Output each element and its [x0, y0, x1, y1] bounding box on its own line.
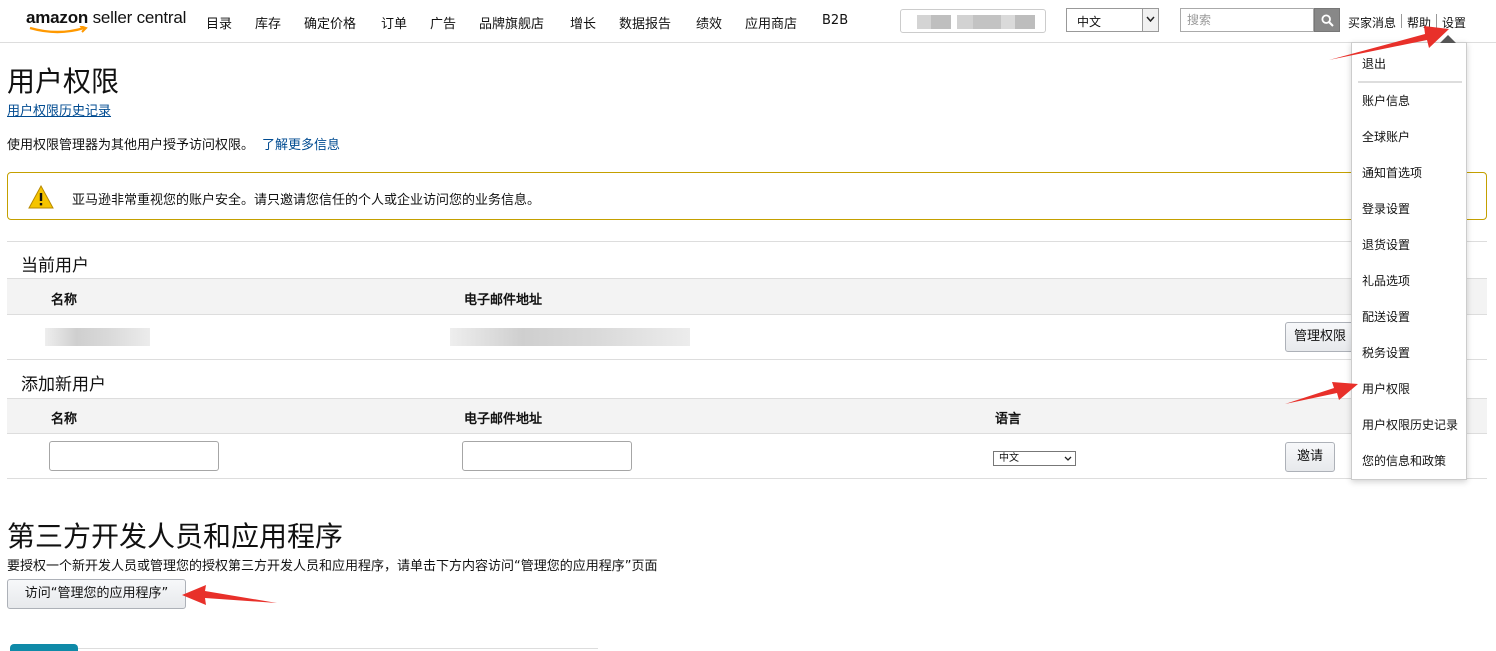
- menu-item-sign-out[interactable]: 退出: [1362, 55, 1386, 72]
- settings-link[interactable]: 设置: [1442, 14, 1466, 31]
- nav-inventory[interactable]: 库存: [255, 13, 281, 32]
- learn-more-link[interactable]: 了解更多信息: [262, 138, 340, 153]
- third-party-description: 要授权一个新开发人员或管理您的授权第三方开发人员和应用程序，请单击下方内容访问“…: [7, 559, 658, 574]
- annotation-arrow-manage-apps: [182, 585, 277, 605]
- nav-advertising[interactable]: 广告: [430, 13, 456, 32]
- current-users-table-header: 名称 电子邮件地址: [7, 278, 1487, 315]
- alert-message: 亚马逊非常重视您的账户安全。请只邀请您信任的个人或企业访问您的业务信息。: [72, 193, 541, 208]
- header-separator: [1401, 14, 1402, 28]
- intro-text: 使用权限管理器为其他用户授予访问权限。 了解更多信息: [7, 134, 340, 153]
- column-header-name: 名称: [51, 293, 78, 308]
- menu-item-shipping-settings[interactable]: 配送设置: [1362, 308, 1410, 325]
- nav-reports[interactable]: 数据报告: [619, 13, 671, 32]
- intro-sentence: 使用权限管理器为其他用户授予访问权限。: [7, 138, 255, 153]
- logo-word-amazon: amazon: [26, 8, 89, 27]
- divider: [7, 359, 1487, 360]
- language-select-value: 中文: [1077, 15, 1102, 29]
- column-header-email: 电子邮件地址: [464, 293, 543, 308]
- top-navigation-bar: amazon seller central 目录 库存 确定价格 订单 广告 品…: [0, 0, 1496, 43]
- buyer-messages-link[interactable]: 买家消息: [1348, 14, 1396, 31]
- account-switcher-blurred[interactable]: [900, 9, 1046, 33]
- settings-dropdown-menu: 退出 账户信息 全球账户 通知首选项 登录设置 退货设置 礼品选项 配送设置 税…: [1351, 35, 1467, 480]
- bottom-tab[interactable]: [10, 644, 78, 651]
- menu-item-your-info-and-policies[interactable]: 您的信息和政策: [1362, 452, 1446, 469]
- new-user-language-value: 中文: [999, 453, 1019, 464]
- user-name-blurred: [45, 328, 150, 346]
- third-party-heading: 第三方开发人员和应用程序: [7, 520, 344, 553]
- menu-item-account-info[interactable]: 账户信息: [1362, 92, 1410, 109]
- nav-catalog[interactable]: 目录: [206, 13, 232, 32]
- new-user-language-select[interactable]: 中文: [993, 451, 1076, 466]
- chevron-down-icon: [1146, 16, 1155, 22]
- menu-divider: [1358, 81, 1462, 83]
- search-input[interactable]: [1181, 9, 1301, 31]
- nav-app-store[interactable]: 应用商店: [745, 13, 797, 32]
- search-button[interactable]: [1314, 8, 1340, 32]
- menu-item-return-settings[interactable]: 退货设置: [1362, 236, 1410, 253]
- seller-central-logo[interactable]: amazon seller central: [26, 8, 196, 38]
- add-user-heading: 添加新用户: [21, 375, 106, 395]
- manage-apps-button[interactable]: 访问“管理您的应用程序”: [7, 579, 186, 609]
- menu-item-gift-options[interactable]: 礼品选项: [1362, 272, 1410, 289]
- page-title: 用户权限: [7, 65, 120, 98]
- nav-brand-stores[interactable]: 品牌旗舰店: [479, 13, 544, 32]
- menu-item-permissions-history[interactable]: 用户权限历史记录: [1362, 416, 1458, 433]
- nav-orders[interactable]: 订单: [381, 13, 407, 32]
- nav-growth[interactable]: 增长: [570, 13, 596, 32]
- column-header-name: 名称: [51, 412, 78, 427]
- permissions-history-link[interactable]: 用户权限历史记录: [7, 100, 111, 119]
- menu-item-notification-preferences[interactable]: 通知首选项: [1362, 164, 1422, 181]
- current-users-heading: 当前用户: [21, 256, 89, 276]
- user-email-blurred: [450, 328, 690, 346]
- invite-button[interactable]: 邀请: [1285, 442, 1335, 472]
- menu-item-user-permissions[interactable]: 用户权限: [1362, 380, 1410, 397]
- divider: [7, 478, 1487, 479]
- search-field-wrapper: [1180, 8, 1314, 32]
- warning-icon: [28, 185, 54, 209]
- menu-item-login-settings[interactable]: 登录设置: [1362, 200, 1410, 217]
- divider: [78, 648, 598, 649]
- security-alert: 亚马逊非常重视您的账户安全。请只邀请您信任的个人或企业访问您的业务信息。: [7, 172, 1487, 220]
- column-header-language: 语言: [995, 412, 1022, 427]
- nav-pricing[interactable]: 确定价格: [304, 13, 356, 32]
- dropdown-caret: [1440, 35, 1456, 43]
- new-user-name-input[interactable]: [49, 441, 219, 471]
- new-user-email-input[interactable]: [462, 441, 632, 471]
- nav-performance[interactable]: 绩效: [696, 13, 722, 32]
- language-select[interactable]: 中文: [1066, 8, 1159, 32]
- amazon-smile-icon: [29, 26, 88, 34]
- nav-b2b[interactable]: B2B: [822, 13, 848, 28]
- manage-permissions-button[interactable]: 管理权限: [1285, 322, 1355, 352]
- header-separator: [1436, 14, 1437, 28]
- add-user-table-header: 名称 电子邮件地址 语言: [7, 398, 1487, 434]
- column-header-email: 电子邮件地址: [464, 412, 543, 427]
- chevron-down-icon: [1064, 456, 1072, 461]
- menu-item-global-accounts[interactable]: 全球账户: [1362, 128, 1410, 145]
- divider: [7, 241, 1487, 242]
- menu-item-tax-settings[interactable]: 税务设置: [1362, 344, 1410, 361]
- logo-word-seller-central: seller central: [88, 8, 187, 27]
- search-icon: [1321, 14, 1334, 27]
- help-link[interactable]: 帮助: [1407, 14, 1431, 31]
